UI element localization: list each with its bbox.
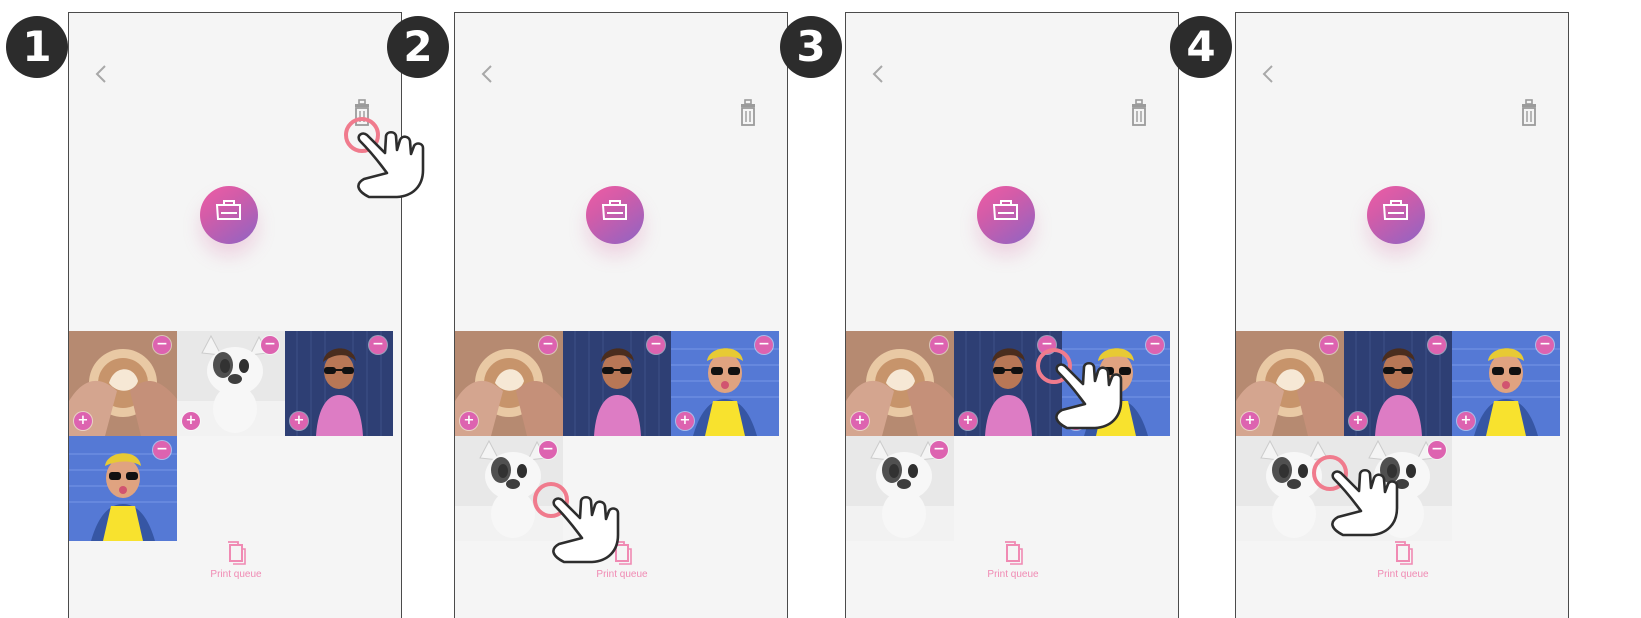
trash-button[interactable] [1518,98,1540,130]
remove-photo-button[interactable]: − [1428,336,1446,354]
photo-tile-dog-copy[interactable]: − [1344,436,1452,541]
remove-photo-button[interactable]: − [1536,336,1554,354]
print-queue-icon-wrap [610,537,634,565]
print-queue-icon [614,541,632,565]
print-icon [1382,200,1408,220]
phone-screen-1: − + − + − + − Print queue [68,12,402,618]
print-queue-icon-wrap [1391,537,1415,565]
phone-screen-3: − + − + − + − Print queue [845,12,1179,618]
photo-tile-woman[interactable]: − + [1452,331,1560,436]
step-badge-4: 4 [1170,16,1232,78]
print-queue-icon [228,541,246,565]
remove-photo-button[interactable]: − [930,441,948,459]
photo-tile-dog[interactable]: − [846,436,954,541]
photo-tile-man[interactable]: − + [954,331,1062,436]
print-queue-label: Print queue [987,569,1039,580]
remove-photo-button[interactable]: − [153,336,171,354]
back-button[interactable] [866,58,890,90]
print-button[interactable] [977,186,1035,244]
remove-photo-button[interactable]: − [1038,336,1056,354]
dog-image [1236,436,1344,541]
trash-button[interactable] [737,98,759,130]
add-copy-button[interactable]: + [460,412,478,430]
photo-tile-coffee[interactable]: − + [455,331,563,436]
photo-tile-dog[interactable]: − + [177,331,285,436]
remove-photo-button[interactable]: − [1428,441,1446,459]
tutorial-stage: 1 − + − + − + − Print queue 2 − + − − + … [0,0,1641,618]
remove-photo-button[interactable]: − [153,441,171,459]
print-queue[interactable]: Print queue [455,537,787,581]
remove-photo-button[interactable]: − [647,336,665,354]
remove-photo-button[interactable]: − [755,336,773,354]
back-button[interactable] [475,58,499,90]
print-queue-icon [1395,541,1413,565]
print-icon [992,200,1018,220]
photo-tile-coffee[interactable]: − + [1236,331,1344,436]
print-queue-icon [1005,541,1023,565]
print-button[interactable] [586,186,644,244]
trash-button[interactable] [1128,98,1150,130]
add-copy-button[interactable]: + [74,412,92,430]
back-button[interactable] [89,58,113,90]
photo-tile-woman[interactable]: − [69,436,177,541]
add-copy-button[interactable]: + [676,412,694,430]
phone-screen-4: − + − + − + − Print queue [1235,12,1569,618]
trash-icon [741,99,755,126]
print-queue[interactable]: Print queue [846,537,1178,581]
photo-tile-man[interactable]: − [563,331,671,436]
remove-photo-button[interactable]: − [1146,336,1164,354]
print-button[interactable] [200,186,258,244]
add-copy-button[interactable]: + [959,412,977,430]
photo-tile-man[interactable]: − + [1344,331,1452,436]
chevron-left-icon [95,65,106,83]
phone-screen-2: − + − − + − Print queue [454,12,788,618]
trash-icon [1132,99,1146,126]
print-queue-label: Print queue [596,569,648,580]
chevron-left-icon [1262,65,1273,83]
photo-grid: − + − [846,331,1178,541]
trash-icon [355,99,369,126]
add-copy-button[interactable]: + [1457,412,1475,430]
add-copy-button[interactable]: + [290,412,308,430]
photo-grid: − + − [1236,331,1568,541]
print-queue-label: Print queue [210,569,262,580]
chevron-left-icon [872,65,883,83]
step-badge-2: 2 [387,16,449,78]
chevron-left-icon [481,65,492,83]
photo-tile-woman[interactable]: − + [1062,331,1170,436]
remove-photo-button[interactable]: − [369,336,387,354]
photo-tile-dog[interactable] [1236,436,1344,541]
trash-button[interactable] [351,98,373,130]
add-copy-button[interactable]: + [1067,412,1085,430]
remove-photo-button[interactable]: − [539,441,557,459]
photo-tile-coffee[interactable]: − + [846,331,954,436]
remove-photo-button[interactable]: − [930,336,948,354]
back-button[interactable] [1256,58,1280,90]
photo-tile-coffee[interactable]: − + [69,331,177,436]
step-badge-3: 3 [780,16,842,78]
remove-photo-button[interactable]: − [539,336,557,354]
print-queue-label: Print queue [1377,569,1429,580]
remove-photo-button[interactable]: − [261,336,279,354]
print-queue[interactable]: Print queue [1236,537,1568,581]
add-copy-button[interactable]: + [1349,412,1367,430]
add-copy-button[interactable]: + [1241,412,1259,430]
print-queue-icon-wrap [224,537,248,565]
print-icon [215,200,241,220]
print-icon [601,200,627,220]
print-queue-icon-wrap [1001,537,1025,565]
photo-tile-dog[interactable]: − [455,436,563,541]
print-button[interactable] [1367,186,1425,244]
photo-tile-woman[interactable]: − + [671,331,779,436]
step-badge-1: 1 [6,16,68,78]
photo-tile-man[interactable]: − + [285,331,393,436]
remove-photo-button[interactable]: − [1320,336,1338,354]
trash-icon [1522,99,1536,126]
add-copy-button[interactable]: + [182,412,200,430]
add-copy-button[interactable]: + [851,412,869,430]
photo-grid: − + − [455,331,787,541]
photo-grid: − + − + − + − [69,331,401,541]
print-queue[interactable]: Print queue [69,537,401,581]
